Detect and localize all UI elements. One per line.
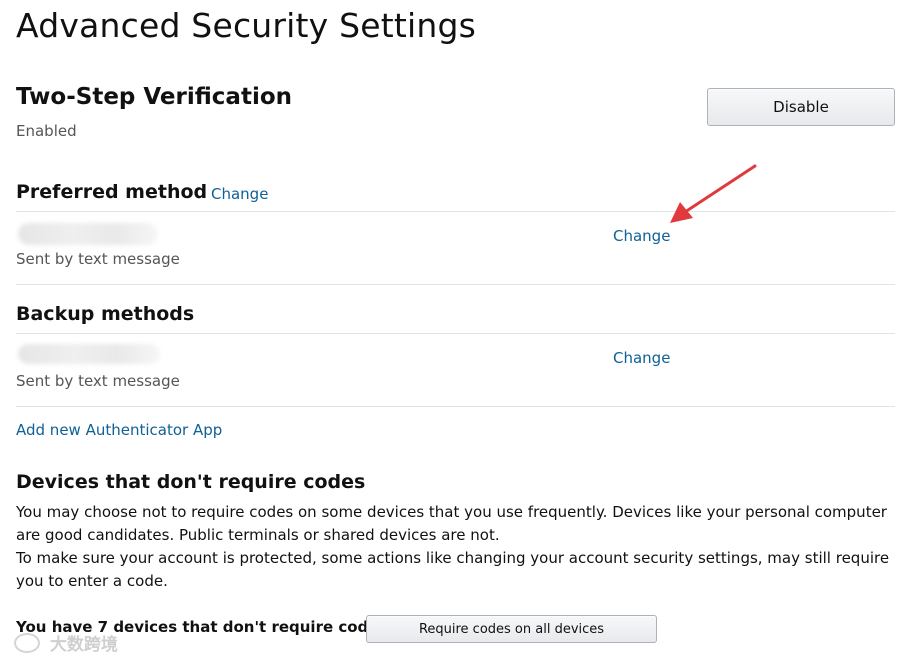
watermark-text: 大数跨境 <box>49 635 118 655</box>
preferred-method-sub: Sent by text message <box>16 250 180 268</box>
backup-method-sub: Sent by text message <box>16 372 180 390</box>
preferred-method-heading: Preferred method <box>16 181 208 203</box>
red-arrow-icon <box>670 164 757 223</box>
devices-description-1: You may choose not to require codes on s… <box>16 503 887 544</box>
preferred-method-change-link[interactable]: Change <box>613 227 670 245</box>
require-codes-all-devices-button[interactable]: Require codes on all devices <box>366 615 657 643</box>
two-step-heading: Two-Step Verification <box>16 84 293 110</box>
divider <box>16 284 895 285</box>
divider <box>16 333 895 334</box>
redacted-phone-number <box>18 344 160 364</box>
two-step-status: Enabled <box>16 122 77 140</box>
redacted-phone-number <box>18 223 158 245</box>
preferred-method-heading-change-link[interactable]: Change <box>211 185 268 203</box>
page-title: Advanced Security Settings <box>16 6 477 45</box>
devices-description-2: To make sure your account is protected, … <box>16 549 890 590</box>
disable-button[interactable]: Disable <box>707 88 895 126</box>
add-authenticator-app-link[interactable]: Add new Authenticator App <box>16 421 222 439</box>
watermark: 大数跨境 <box>14 630 118 655</box>
divider <box>16 406 895 407</box>
watermark-logo-icon <box>14 632 40 653</box>
backup-methods-heading: Backup methods <box>16 303 195 325</box>
divider <box>16 211 895 212</box>
backup-method-change-link[interactable]: Change <box>613 349 670 367</box>
devices-heading: Devices that don't require codes <box>16 471 366 493</box>
